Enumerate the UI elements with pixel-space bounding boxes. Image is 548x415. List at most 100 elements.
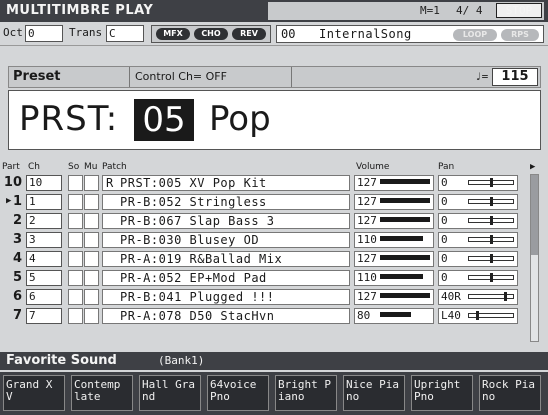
- solo-toggle[interactable]: [68, 308, 83, 324]
- pan-knob: [490, 273, 493, 282]
- favorite-bar: Favorite Sound (Bank1): [0, 352, 548, 370]
- volume-bar: [380, 236, 423, 241]
- pan-value: 0: [441, 195, 448, 208]
- volume-value: 110: [357, 271, 377, 284]
- part-number: 2: [12, 213, 22, 228]
- song-field[interactable]: 00 InternalSong LOOP RPS: [276, 25, 544, 43]
- preset-display[interactable]: PRST: 05 Pop: [8, 90, 541, 150]
- channel-field[interactable]: 1: [26, 194, 62, 210]
- favorite-button-4[interactable]: 64voice Pno: [207, 375, 269, 411]
- preset-label: Preset: [13, 69, 61, 84]
- vertical-scrollbar[interactable]: [530, 174, 539, 342]
- table-row[interactable]: 3 3 PR-B:030 Blusey OD 110 0: [8, 231, 528, 249]
- pan-knob: [504, 292, 507, 301]
- tempo-field[interactable]: 115: [492, 68, 538, 86]
- rev-button[interactable]: REV: [232, 28, 266, 40]
- cho-button[interactable]: CHO: [194, 28, 228, 40]
- volume-value: 127: [357, 195, 377, 208]
- loop-indicator: LOOP: [453, 29, 497, 41]
- volume-bar: [380, 293, 430, 298]
- table-row[interactable]: 2 2 PR-B:067 Slap Bass 3 127 0: [8, 212, 528, 230]
- solo-toggle[interactable]: [68, 175, 83, 191]
- control-row: Oct 0 Trans C MFX CHO REV 00 InternalSon…: [0, 22, 548, 46]
- volume-value: 110: [357, 233, 377, 246]
- part-number: 7: [12, 308, 22, 323]
- preset-name: Pop: [209, 99, 271, 139]
- mute-toggle[interactable]: [84, 175, 99, 191]
- mfx-button[interactable]: MFX: [156, 28, 190, 40]
- channel-field[interactable]: 5: [26, 270, 62, 286]
- favorite-button-1[interactable]: Grand X V: [3, 375, 65, 411]
- scrollbar-thumb[interactable]: [531, 175, 538, 255]
- trans-field[interactable]: C: [106, 25, 144, 42]
- header-divider: [129, 67, 130, 87]
- volume-bar: [380, 179, 430, 184]
- favorite-button-3[interactable]: Hall Gra nd: [139, 375, 201, 411]
- patch-name: PR-B:067 Slap Bass 3: [120, 214, 275, 228]
- favorite-button-7[interactable]: Upright Pno: [411, 375, 473, 411]
- favorite-button-5[interactable]: Bright P iano: [275, 375, 337, 411]
- favorite-button-6[interactable]: Nice Pia no: [343, 375, 405, 411]
- header-ch: Ch: [28, 162, 40, 172]
- measure-readout: M=1: [420, 4, 440, 17]
- volume-bar: [380, 217, 430, 222]
- mute-toggle[interactable]: [84, 251, 99, 267]
- scroll-right-icon[interactable]: ▶: [530, 162, 535, 172]
- table-row[interactable]: 7 7 PR-A:078 D50 StacHvn 80 L40: [8, 307, 528, 325]
- pan-value: 0: [441, 271, 448, 284]
- pan-knob: [490, 254, 493, 263]
- part-number: 6: [12, 289, 22, 304]
- volume-value: 80: [357, 309, 371, 322]
- mute-toggle[interactable]: [84, 213, 99, 229]
- patch-name: PR-B:041 Plugged !!!: [120, 290, 275, 304]
- volume-bar: [380, 312, 411, 317]
- song-name: InternalSong: [319, 27, 412, 41]
- channel-field[interactable]: 7: [26, 308, 62, 324]
- mute-toggle[interactable]: [84, 232, 99, 248]
- solo-toggle[interactable]: [68, 213, 83, 229]
- pan-value: 0: [441, 176, 448, 189]
- table-row[interactable]: 6 6 PR-B:041 Plugged !!! 127 40R: [8, 288, 528, 306]
- patch-name: PR-A:019 R&Ballad Mix: [120, 252, 283, 266]
- preset-number[interactable]: 05: [134, 99, 194, 141]
- solo-toggle[interactable]: [68, 270, 83, 286]
- oct-field[interactable]: 0: [25, 25, 63, 42]
- favorite-title: Favorite Sound: [6, 353, 117, 368]
- volume-value: 127: [357, 176, 377, 189]
- channel-field[interactable]: 10: [26, 175, 62, 191]
- table-row[interactable]: 4 4 PR-A:019 R&Ballad Mix 127 0: [8, 250, 528, 268]
- header-so: So: [68, 162, 80, 172]
- screen-title: MULTITIMBRE PLAY: [6, 3, 154, 18]
- solo-toggle[interactable]: [68, 232, 83, 248]
- header-pan: Pan: [438, 162, 455, 172]
- pan-knob: [490, 235, 493, 244]
- volume-value: 127: [357, 252, 377, 265]
- pan-value: 40R: [441, 290, 461, 303]
- mute-toggle[interactable]: [84, 308, 99, 324]
- table-row[interactable]: ▶ 1 1 PR-B:052 Stringless 127 0: [6, 193, 528, 211]
- part-number: 3: [12, 232, 22, 247]
- patch-name: PR-B:052 Stringless: [120, 195, 267, 209]
- pan-knob: [476, 311, 479, 320]
- channel-field[interactable]: 3: [26, 232, 62, 248]
- channel-field[interactable]: 4: [26, 251, 62, 267]
- solo-toggle[interactable]: [68, 289, 83, 305]
- solo-toggle[interactable]: [68, 251, 83, 267]
- tempo-label: ♩=: [475, 70, 489, 83]
- mute-toggle[interactable]: [84, 270, 99, 286]
- table-row[interactable]: 10 10 R PRST:005 XV Pop Kit 127 0: [4, 174, 528, 192]
- mute-toggle[interactable]: [84, 194, 99, 210]
- pan-track: [468, 313, 514, 318]
- pan-value: 0: [441, 252, 448, 265]
- preset-bank: PRST:: [19, 99, 119, 139]
- patch-name: PRST:005 XV Pop Kit: [120, 176, 267, 190]
- mute-toggle[interactable]: [84, 289, 99, 305]
- solo-toggle[interactable]: [68, 194, 83, 210]
- table-row[interactable]: 5 5 PR-A:052 EP+Mod Pad 110 0: [8, 269, 528, 287]
- pan-value: 0: [441, 214, 448, 227]
- preset-header: Preset Control Ch= OFF ♩= 115: [8, 66, 541, 88]
- channel-field[interactable]: 6: [26, 289, 62, 305]
- channel-field[interactable]: 2: [26, 213, 62, 229]
- favorite-button-2[interactable]: Contemp late: [71, 375, 133, 411]
- favorite-button-8[interactable]: Rock Pia no: [479, 375, 541, 411]
